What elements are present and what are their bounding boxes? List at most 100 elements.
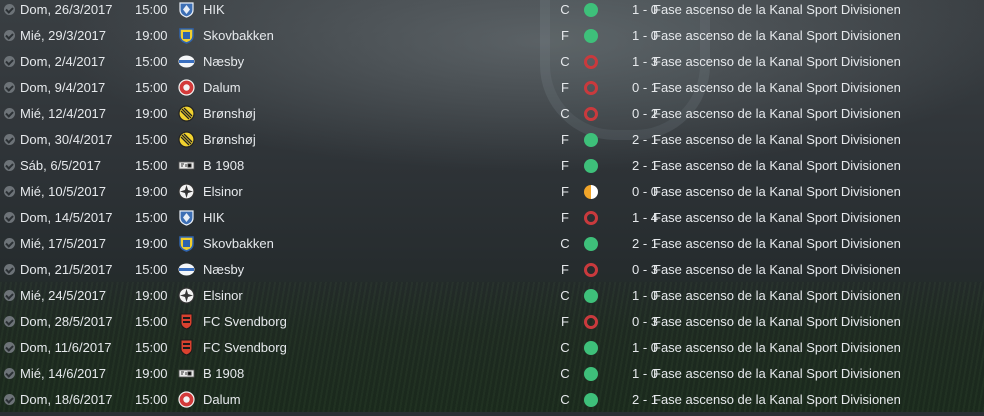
match-date: Mié, 17/5/2017 bbox=[20, 236, 107, 251]
match-row[interactable]: Sáb, 6/5/2017 15:00 B 1908 F 2 - 1 Fase … bbox=[0, 156, 984, 182]
opponent-link[interactable]: FC Svendborg bbox=[203, 338, 287, 358]
competition-link[interactable]: Fase ascenso de la Kanal Sport Divisione… bbox=[653, 364, 901, 384]
bronshoj-badge-icon bbox=[178, 105, 195, 122]
b1908-badge-icon bbox=[178, 161, 195, 170]
played-check-icon bbox=[4, 316, 15, 327]
result-win-icon bbox=[584, 3, 598, 17]
match-time: 15:00 bbox=[135, 80, 168, 95]
competition-link[interactable]: Fase ascenso de la Kanal Sport Divisione… bbox=[653, 104, 901, 124]
played-check-icon bbox=[4, 238, 15, 249]
competition-link[interactable]: Fase ascenso de la Kanal Sport Divisione… bbox=[653, 156, 901, 176]
match-row[interactable]: Mié, 29/3/2017 19:00 Skovbakken F 1 - 0 … bbox=[0, 26, 984, 52]
match-date: Dom, 21/5/2017 bbox=[20, 262, 113, 277]
played-check-icon bbox=[4, 4, 15, 15]
result-win-icon bbox=[584, 289, 598, 303]
result-win-icon bbox=[584, 393, 598, 407]
competition-link[interactable]: Fase ascenso de la Kanal Sport Divisione… bbox=[653, 0, 901, 20]
venue-indicator: F bbox=[561, 314, 569, 329]
competition-link[interactable]: Fase ascenso de la Kanal Sport Divisione… bbox=[653, 286, 901, 306]
opponent-link[interactable]: Skovbakken bbox=[203, 26, 274, 46]
played-check-icon bbox=[4, 56, 15, 67]
match-time: 15:00 bbox=[135, 2, 168, 17]
opponent-link[interactable]: Elsinor bbox=[203, 286, 243, 306]
venue-indicator: C bbox=[560, 236, 570, 251]
match-row[interactable]: Dom, 9/4/2017 15:00 Dalum F 0 - 1 Fase a… bbox=[0, 78, 984, 104]
match-row[interactable]: Dom, 14/5/2017 15:00 HIK F 1 - 4 Fase as… bbox=[0, 208, 984, 234]
match-row[interactable]: Dom, 30/4/2017 15:00 Brønshøj F 2 - 1 Fa… bbox=[0, 130, 984, 156]
competition-link[interactable]: Fase ascenso de la Kanal Sport Divisione… bbox=[653, 260, 901, 280]
venue-indicator: C bbox=[560, 2, 570, 17]
opponent-link[interactable]: HIK bbox=[203, 208, 225, 228]
skovbakken-badge-icon bbox=[179, 236, 194, 252]
venue-indicator: F bbox=[561, 184, 569, 199]
match-date: Dom, 18/6/2017 bbox=[20, 392, 113, 407]
venue-indicator: C bbox=[560, 366, 570, 381]
match-date: Dom, 9/4/2017 bbox=[20, 80, 106, 95]
match-row[interactable]: Mié, 12/4/2017 19:00 Brønshøj C 0 - 2 Fa… bbox=[0, 104, 984, 130]
competition-link[interactable]: Fase ascenso de la Kanal Sport Divisione… bbox=[653, 390, 901, 410]
result-win-icon bbox=[584, 237, 598, 251]
opponent-link[interactable]: Næsby bbox=[203, 260, 244, 280]
competition-link[interactable]: Fase ascenso de la Kanal Sport Divisione… bbox=[653, 78, 901, 98]
competition-link[interactable]: Fase ascenso de la Kanal Sport Divisione… bbox=[653, 234, 901, 254]
competition-link[interactable]: Fase ascenso de la Kanal Sport Divisione… bbox=[653, 312, 901, 332]
opponent-link[interactable]: B 1908 bbox=[203, 156, 244, 176]
fixture-list: Dom, 26/3/2017 15:00 HIK C 1 - 0 Fase as… bbox=[0, 0, 984, 416]
match-time: 19:00 bbox=[135, 366, 168, 381]
match-row[interactable]: Dom, 26/3/2017 15:00 HIK C 1 - 0 Fase as… bbox=[0, 0, 984, 26]
opponent-link[interactable]: FC Svendborg bbox=[203, 312, 287, 332]
naesby-badge-icon bbox=[178, 263, 195, 276]
result-loss-icon bbox=[584, 263, 598, 277]
result-loss-icon bbox=[584, 211, 598, 225]
match-row[interactable]: Dom, 21/5/2017 15:00 Næsby F 0 - 3 Fase … bbox=[0, 260, 984, 286]
match-row[interactable]: Mié, 14/6/2017 19:00 B 1908 C 1 - 0 Fase… bbox=[0, 364, 984, 390]
competition-link[interactable]: Fase ascenso de la Kanal Sport Divisione… bbox=[653, 26, 901, 46]
competition-link[interactable]: Fase ascenso de la Kanal Sport Divisione… bbox=[653, 52, 901, 72]
match-row[interactable]: Dom, 2/4/2017 15:00 Næsby C 1 - 3 Fase a… bbox=[0, 52, 984, 78]
match-row[interactable]: Mié, 24/5/2017 19:00 Elsinor C 1 - 0 Fas… bbox=[0, 286, 984, 312]
competition-link[interactable]: Fase ascenso de la Kanal Sport Divisione… bbox=[653, 338, 901, 358]
elsinor-badge-icon bbox=[178, 287, 195, 304]
match-date: Mié, 24/5/2017 bbox=[20, 288, 107, 303]
opponent-link[interactable]: Dalum bbox=[203, 390, 241, 410]
match-date: Dom, 28/5/2017 bbox=[20, 314, 113, 329]
match-row[interactable]: Dom, 11/6/2017 15:00 FC Svendborg C 1 - … bbox=[0, 338, 984, 364]
match-date: Mié, 14/6/2017 bbox=[20, 366, 107, 381]
match-row[interactable]: Mié, 10/5/2017 19:00 Elsinor F 0 - 0 Fas… bbox=[0, 182, 984, 208]
opponent-link[interactable]: Elsinor bbox=[203, 182, 243, 202]
match-row[interactable]: Mié, 17/5/2017 19:00 Skovbakken C 2 - 1 … bbox=[0, 234, 984, 260]
competition-link[interactable]: Fase ascenso de la Kanal Sport Divisione… bbox=[653, 130, 901, 150]
dalum-badge-icon bbox=[178, 79, 195, 96]
match-row[interactable]: Dom, 28/5/2017 15:00 FC Svendborg F 0 - … bbox=[0, 312, 984, 338]
opponent-link[interactable]: Brønshøj bbox=[203, 130, 256, 150]
opponent-link[interactable]: Næsby bbox=[203, 52, 244, 72]
opponent-link[interactable]: Dalum bbox=[203, 78, 241, 98]
opponent-link[interactable]: Skovbakken bbox=[203, 234, 274, 254]
result-loss-icon bbox=[584, 315, 598, 329]
venue-indicator: C bbox=[560, 106, 570, 121]
result-win-icon bbox=[584, 133, 598, 147]
competition-link[interactable]: Fase ascenso de la Kanal Sport Divisione… bbox=[653, 208, 901, 228]
naesby-badge-icon bbox=[178, 55, 195, 68]
venue-indicator: C bbox=[560, 340, 570, 355]
played-check-icon bbox=[4, 264, 15, 275]
match-time: 19:00 bbox=[135, 288, 168, 303]
opponent-link[interactable]: HIK bbox=[203, 0, 225, 20]
match-time: 15:00 bbox=[135, 314, 168, 329]
elsinor-badge-icon bbox=[178, 183, 195, 200]
played-check-icon bbox=[4, 108, 15, 119]
opponent-link[interactable]: Brønshøj bbox=[203, 104, 256, 124]
played-check-icon bbox=[4, 134, 15, 145]
played-check-icon bbox=[4, 82, 15, 93]
match-time: 15:00 bbox=[135, 132, 168, 147]
match-date: Dom, 26/3/2017 bbox=[20, 2, 113, 17]
competition-link[interactable]: Fase ascenso de la Kanal Sport Divisione… bbox=[653, 182, 901, 202]
match-row[interactable]: Dom, 18/6/2017 15:00 Dalum C 2 - 1 Fase … bbox=[0, 390, 984, 416]
match-date: Dom, 30/4/2017 bbox=[20, 132, 113, 147]
match-time: 15:00 bbox=[135, 262, 168, 277]
played-check-icon bbox=[4, 30, 15, 41]
result-win-icon bbox=[584, 159, 598, 173]
opponent-link[interactable]: B 1908 bbox=[203, 364, 244, 384]
result-loss-icon bbox=[584, 81, 598, 95]
fc-svendborg-badge-icon bbox=[180, 313, 193, 330]
